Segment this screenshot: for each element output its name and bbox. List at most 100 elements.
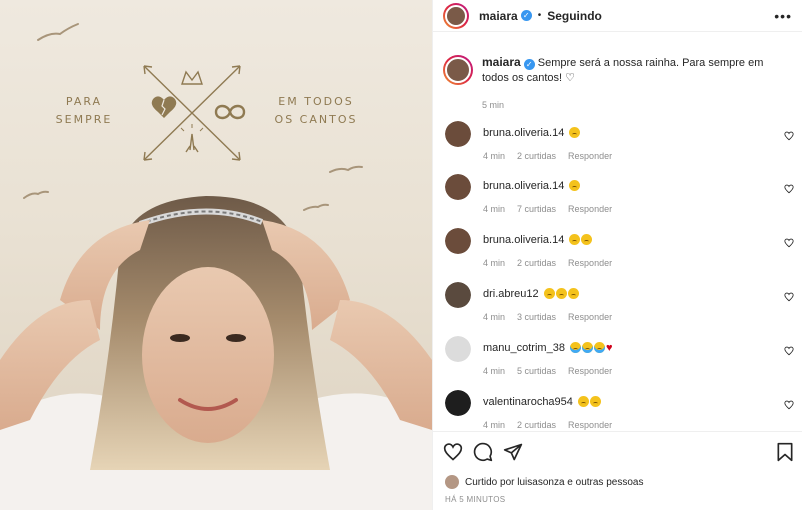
comment-item: bruna.oliveria.14 4 min 2 curtidas Responde… [443, 228, 802, 278]
liked-by-avatar [445, 475, 459, 489]
comment-item: dri.abreu12 4 min 3 curtidas Responder [443, 282, 802, 332]
header-separator: • [537, 10, 542, 21]
post-header: maiara ✓ • Seguindo ••• [433, 0, 802, 32]
comments-list[interactable]: maiara ✓ Sempre será a nossa rainha. Para… [433, 33, 802, 431]
reply-button[interactable]: Responder [568, 151, 612, 161]
comment-like-heart-icon[interactable] [784, 400, 794, 410]
comment-like-heart-icon[interactable] [784, 184, 794, 194]
caption-time: 5 min [482, 100, 505, 110]
comment-text: bruna.oliveria.14 [483, 127, 581, 139]
comment-text: bruna.oliveria.14 [483, 180, 581, 192]
person-figure [0, 196, 432, 510]
caption-username[interactable]: maiara [482, 55, 521, 69]
comment-text: bruna.oliveria.14 [483, 234, 593, 246]
sad-face-emoji-icon [543, 288, 555, 299]
sad-face-emoji-icon [589, 396, 601, 407]
emblem-text-sempre: SEMPRE [55, 113, 113, 126]
verified-badge-icon: ✓ [523, 59, 535, 70]
crying-face-emoji-icon [593, 342, 605, 353]
comment-bubble-icon[interactable] [473, 442, 493, 462]
paper-plane-icon[interactable] [503, 442, 523, 462]
post-side-panel: maiara ✓ • Seguindo ••• maiara ✓ Sempre s… [432, 0, 802, 510]
liked-by-user[interactable]: luisasonza [517, 477, 564, 488]
commenter-avatar[interactable] [445, 121, 471, 147]
following-button[interactable]: Seguindo [547, 9, 602, 23]
crying-face-emoji-icon [581, 342, 593, 353]
sad-face-emoji-icon [581, 234, 593, 245]
comment-time: 4 min [483, 312, 506, 322]
comment-text: manu_cotrim_38 ♥ [483, 342, 612, 354]
sad-face-emoji-icon [567, 288, 579, 299]
comment-likes-count[interactable]: 2 curtidas [517, 420, 556, 430]
commenter-username[interactable]: bruna.oliveria.14 [483, 127, 564, 139]
comment-time: 4 min [483, 204, 506, 214]
comment-item: bruna.oliveria.14 4 min 7 curtidas Responde… [443, 174, 802, 224]
comment-time: 4 min [483, 258, 506, 268]
sad-face-emoji-icon [569, 127, 581, 138]
sad-face-emoji-icon [569, 180, 581, 191]
comment-meta: 4 min 2 curtidas Responder [483, 258, 624, 268]
emblem-text-em-todos: EM TODOS [278, 95, 354, 108]
commenter-avatar[interactable] [445, 282, 471, 308]
bookmark-icon[interactable] [776, 442, 794, 462]
comment-item: bruna.oliveria.14 4 min 2 curtidas Responde… [443, 121, 802, 171]
sad-face-emoji-icon [555, 288, 567, 299]
comment-time: 4 min [483, 151, 506, 161]
commenter-avatar[interactable] [445, 174, 471, 200]
comment-like-heart-icon[interactable] [784, 346, 794, 356]
reply-button[interactable]: Responder [568, 420, 612, 430]
comment-meta: 4 min 7 curtidas Responder [483, 204, 624, 214]
heart-outline-icon[interactable] [443, 442, 463, 462]
comment-time: 4 min [483, 420, 506, 430]
comment-likes-count[interactable]: 5 curtidas [517, 366, 556, 376]
commenter-avatar[interactable] [445, 336, 471, 362]
praying-hands-icon [185, 133, 199, 153]
commenter-username[interactable]: valentinarocha954 [483, 396, 573, 408]
comment-meta: 4 min 2 curtidas Responder [483, 420, 624, 430]
post-image[interactable]: PARA SEMPRE EM TODOS OS CANTOS [0, 0, 432, 510]
liked-by-suffix: e outras pessoas [567, 476, 644, 488]
infinity-icon [214, 104, 246, 120]
crown-icon [181, 70, 203, 85]
emblem-text-right: EM TODOS OS CANTOS [268, 93, 364, 129]
author-avatar[interactable] [443, 2, 469, 29]
post-timestamp: HÁ 5 MINUTOS [445, 495, 506, 504]
comment-likes-count[interactable]: 7 curtidas [517, 204, 556, 214]
commenter-avatar[interactable] [445, 228, 471, 254]
more-options-icon[interactable]: ••• [774, 8, 792, 24]
comment-like-heart-icon[interactable] [784, 238, 794, 248]
reply-button[interactable]: Responder [568, 312, 612, 322]
comment-meta: 4 min 5 curtidas Responder [483, 366, 624, 376]
commenter-avatar[interactable] [445, 390, 471, 416]
post-caption: maiara ✓ Sempre será a nossa rainha. Para… [433, 33, 802, 113]
post-artwork [0, 23, 432, 510]
liked-by-prefix: Curtido por [465, 476, 515, 488]
commenter-username[interactable]: bruna.oliveria.14 [483, 234, 564, 246]
heart-emoji-icon: ♥ [605, 342, 613, 354]
comment-like-heart-icon[interactable] [784, 292, 794, 302]
comment-item: manu_cotrim_38 ♥ 4 min 5 curtidas Responder [443, 336, 802, 386]
crying-face-emoji-icon [569, 342, 581, 353]
reply-button[interactable]: Responder [568, 366, 612, 376]
commenter-username[interactable]: manu_cotrim_38 [483, 342, 565, 354]
comment-likes-count[interactable]: 2 curtidas [517, 151, 556, 161]
reply-button[interactable]: Responder [568, 258, 612, 268]
emblem-text-para: PARA [65, 95, 103, 108]
emblem-text-os-cantos: OS CANTOS [274, 113, 358, 126]
sad-face-emoji-icon [569, 234, 581, 245]
comment-likes-count[interactable]: 2 curtidas [517, 258, 556, 268]
comment-text: valentinarocha954 [483, 396, 601, 408]
commenter-username[interactable]: bruna.oliveria.14 [483, 180, 564, 192]
verified-badge-icon: ✓ [520, 10, 532, 21]
commenter-username[interactable]: dri.abreu12 [483, 288, 539, 300]
comment-meta: 4 min 2 curtidas Responder [483, 151, 624, 161]
comment-likes-count[interactable]: 3 curtidas [517, 312, 556, 322]
liked-by-summary[interactable]: Curtido por luisasonza e outras pessoas [445, 475, 643, 489]
emblem-text-left: PARA SEMPRE [54, 93, 114, 129]
caption-avatar[interactable] [443, 55, 473, 85]
reply-button[interactable]: Responder [568, 204, 612, 214]
rays-decoration [180, 124, 204, 132]
comment-meta: 4 min 3 curtidas Responder [483, 312, 624, 322]
comment-like-heart-icon[interactable] [784, 131, 794, 141]
author-username[interactable]: maiara [479, 9, 518, 23]
